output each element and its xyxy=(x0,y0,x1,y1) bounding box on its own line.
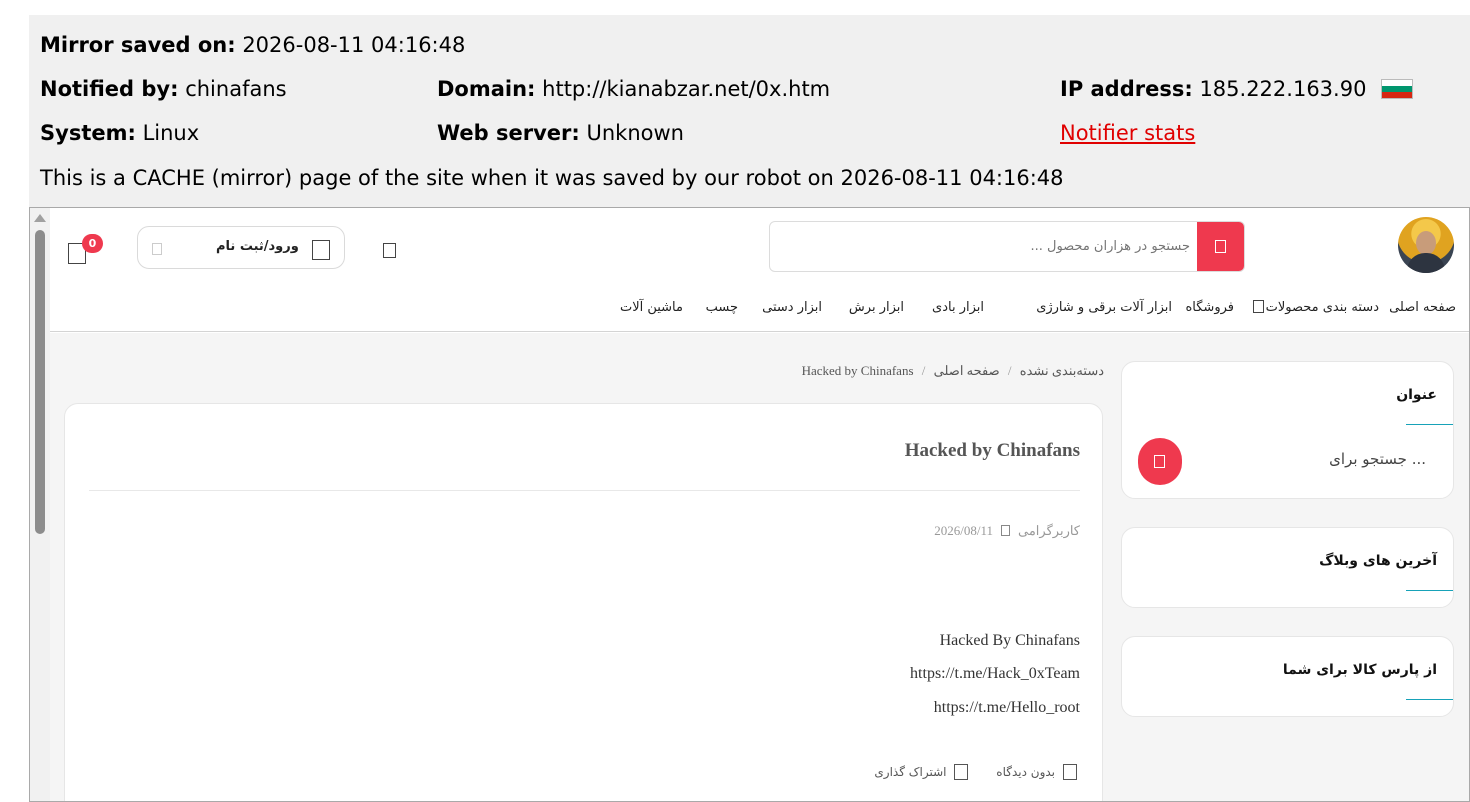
latest-posts-widget: آخرین های وبلاگ xyxy=(1121,527,1454,608)
scroll-thumb[interactable] xyxy=(35,230,45,534)
ip-address-label: IP address: xyxy=(1060,77,1193,101)
post-date: 2026/08/11 xyxy=(934,523,993,538)
post-author: کاربرگرامی xyxy=(1018,523,1080,538)
pars-kala-title: از پارس کالا برای شما xyxy=(1282,662,1437,678)
post-body-link[interactable]: https://t.me/Hack_0xTeam xyxy=(910,665,1080,683)
nav-item-home[interactable]: صفحه اصلی xyxy=(1389,300,1456,315)
comments-label: بدون دیدگاه xyxy=(996,765,1055,779)
post-divider xyxy=(89,490,1080,491)
share-action[interactable]: اشتراک گذاری xyxy=(874,764,969,780)
mirror-saved-value: 2026-08-11 04:16:48 xyxy=(242,33,466,57)
user-icon xyxy=(312,240,330,260)
mirror-frame: 0 ورود/ثبت نام صفحه اصلی دسته بندی محصول… xyxy=(29,207,1470,802)
post-body-line: Hacked By Chinafans xyxy=(939,632,1080,649)
system-line: System: Linux xyxy=(40,119,199,147)
domain-label: Domain: xyxy=(437,77,536,101)
post-meta: 2026/08/11 کاربرگرامی xyxy=(934,523,1080,539)
system-value: Linux xyxy=(142,121,200,145)
share-label: اشتراک گذاری xyxy=(874,765,947,779)
nav-item-product-categories[interactable]: دسته بندی محصولات xyxy=(1252,300,1379,315)
compare-icon[interactable] xyxy=(383,243,396,258)
notifier-stats-link[interactable]: Notifier stats xyxy=(1060,121,1195,145)
widget-search-input[interactable]: جستجو برای ... xyxy=(1329,450,1426,468)
pars-kala-widget: از پارس کالا برای شما xyxy=(1121,636,1454,717)
cache-notice: This is a CACHE (mirror) page of the sit… xyxy=(40,166,1064,190)
frame-scrollbar[interactable] xyxy=(30,208,50,801)
widget-underline xyxy=(1406,699,1453,700)
comments-action[interactable]: بدون دیدگاه xyxy=(996,764,1077,780)
breadcrumb-current: Hacked by Chinafans xyxy=(801,363,914,378)
search-widget-title: عنوان xyxy=(1396,387,1437,403)
dropdown-icon xyxy=(1252,300,1264,313)
latest-posts-title: آخرین های وبلاگ xyxy=(1319,553,1437,569)
breadcrumb-separator: / xyxy=(1007,363,1012,378)
main-nav: صفحه اصلی دسته بندی محصولات فروشگاه ابزا… xyxy=(50,296,1469,322)
nav-item-hand-tools[interactable]: ابزار دستی xyxy=(762,300,822,315)
breadcrumb-separator: / xyxy=(921,363,926,378)
share-icon xyxy=(954,764,969,780)
site-search-button[interactable] xyxy=(1197,222,1244,271)
breadcrumb: Hacked by Chinafans / دسته‌بندی نشده / ص… xyxy=(802,363,1104,379)
avatar-body xyxy=(1407,253,1445,273)
comment-icon xyxy=(1063,764,1077,780)
site-logo-avatar[interactable] xyxy=(1398,217,1454,273)
web-server-label: Web server: xyxy=(437,121,580,145)
nav-item-shop[interactable]: فروشگاه xyxy=(1185,300,1234,315)
notified-by-label: Notified by: xyxy=(40,77,179,101)
search-icon xyxy=(1154,454,1165,468)
web-server-line: Web server: Unknown xyxy=(437,119,684,147)
nav-item-product-categories-label: دسته بندی محصولات xyxy=(1265,300,1379,315)
widget-underline xyxy=(1406,424,1453,425)
mirror-saved-label: Mirror saved on: xyxy=(40,33,236,57)
domain-line: Domain: http://kianabzar.net/0x.htm xyxy=(437,75,830,103)
notified-by-value: chinafans xyxy=(185,77,287,101)
login-arrow-icon xyxy=(152,243,162,255)
system-label: System: xyxy=(40,121,136,145)
nav-item-glue[interactable]: چسب xyxy=(706,300,738,315)
mirror-saved-line: Mirror saved on: 2026-08-11 04:16:48 xyxy=(40,31,465,59)
country-flag-icon xyxy=(1381,79,1414,99)
site-search-box xyxy=(769,221,1245,272)
nav-item-machinery[interactable]: ماشین آلات xyxy=(620,300,683,315)
login-register-label: ورود/ثبت نام xyxy=(216,239,299,254)
author-icon xyxy=(1001,525,1010,536)
nav-item-cutting-tools[interactable]: ابزار برش xyxy=(849,300,904,315)
widget-search-button[interactable] xyxy=(1138,438,1182,485)
cart-count-badge: 0 xyxy=(82,234,103,253)
search-widget: عنوان جستجو برای ... xyxy=(1121,361,1454,499)
ip-address-value: 185.222.163.90 xyxy=(1199,77,1367,101)
avatar-face xyxy=(1416,231,1436,255)
web-server-value: Unknown xyxy=(586,121,684,145)
post-actions: اشتراک گذاری بدون دیدگاه xyxy=(850,764,1077,780)
site-content: Hacked by Chinafans / دسته‌بندی نشده / ص… xyxy=(50,333,1469,801)
widget-underline xyxy=(1406,590,1453,591)
post-body-link[interactable]: https://t.me/Hello_root xyxy=(934,699,1080,717)
mirror-info-panel: Mirror saved on: 2026-08-11 04:16:48 Not… xyxy=(29,15,1470,207)
mirrored-site: 0 ورود/ثبت نام صفحه اصلی دسته بندی محصول… xyxy=(50,208,1469,801)
nav-item-air-tools[interactable]: ابزار بادی xyxy=(932,300,984,315)
login-register-button[interactable]: ورود/ثبت نام xyxy=(137,226,345,269)
site-header: 0 ورود/ثبت نام صفحه اصلی دسته بندی محصول… xyxy=(50,208,1469,332)
ip-address-line: IP address: 185.222.163.90 xyxy=(1060,75,1414,103)
breadcrumb-home[interactable]: صفحه اصلی xyxy=(934,363,1000,378)
search-icon xyxy=(1214,239,1226,253)
post-title: Hacked by Chinafans xyxy=(904,440,1080,461)
notified-by-line: Notified by: chinafans xyxy=(40,75,287,103)
scroll-up-arrow-icon[interactable] xyxy=(34,214,46,222)
site-search-input[interactable] xyxy=(780,230,1190,262)
post-card: Hacked by Chinafans 2026/08/11 کاربرگرامی… xyxy=(64,403,1103,801)
nav-item-power-tools[interactable]: ابزار آلات برقی و شارژی xyxy=(1036,300,1172,315)
domain-value: http://kianabzar.net/0x.htm xyxy=(542,77,831,101)
breadcrumb-category[interactable]: دسته‌بندی نشده xyxy=(1020,363,1104,378)
